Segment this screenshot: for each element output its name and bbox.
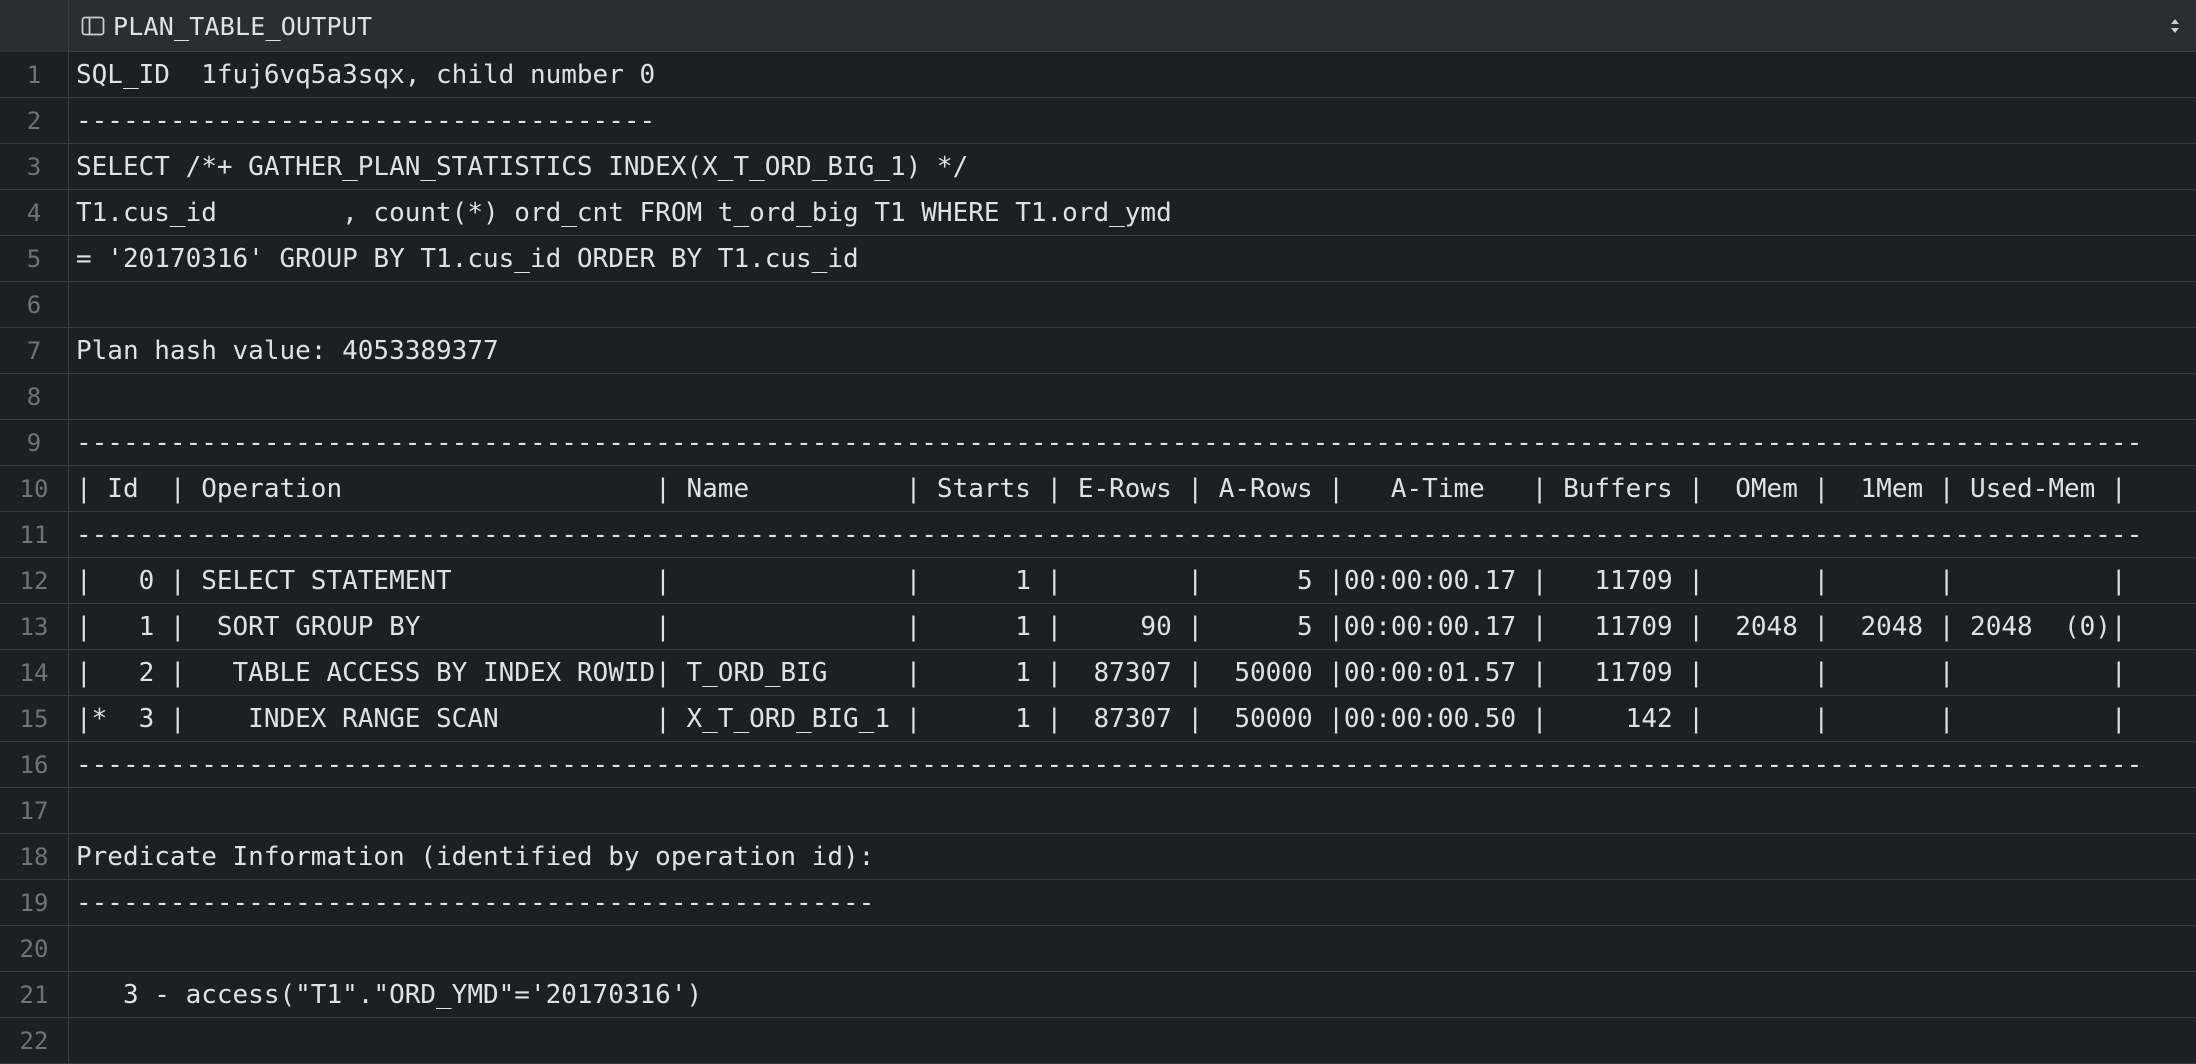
table-row[interactable]: 11 --------------------------------------… [0,512,2196,558]
row-number: 14 [0,650,69,695]
plan-output-text: ----------------------------------------… [76,749,2143,780]
plan-output-text: Predicate Information (identified by ope… [76,841,875,872]
row-number: 18 [0,834,69,879]
result-grid: PLAN_TABLE_OUTPUT 1 SQL_ID 1fuj6vq5a3sqx,… [0,0,2196,1064]
table-row[interactable]: 14 | 2 | TABLE ACCESS BY INDEX ROWID| T_O… [0,650,2196,696]
plan-output-cell[interactable] [76,374,2196,419]
row-number: 9 [0,420,69,465]
row-number: 20 [0,926,69,971]
table-row[interactable]: 21 3 - access("T1"."ORD_YMD"='20170316') [0,972,2196,1018]
table-row[interactable]: 17 [0,788,2196,834]
plan-output-text: Plan hash value: 4053389377 [76,335,499,366]
plan-output-cell[interactable]: ----------------------------------------… [76,742,2196,787]
column-header-plan-table-output[interactable]: PLAN_TABLE_OUTPUT [69,0,2196,52]
header-gutter [0,0,69,52]
table-row[interactable]: 1 SQL_ID 1fuj6vq5a3sqx, child number 0 [0,52,2196,98]
row-number: 22 [0,1018,69,1063]
table-column-icon [81,16,105,36]
plan-output-text: ----------------------------------------… [76,427,2143,458]
row-number: 4 [0,190,69,235]
table-row[interactable]: 9 ---------------------------------------… [0,420,2196,466]
plan-output-cell[interactable]: ------------------------------------- [76,98,2196,143]
plan-output-cell[interactable]: T1.cus_id , count(*) ord_cnt FROM t_ord_… [76,190,2196,235]
plan-output-cell[interactable]: | 0 | SELECT STATEMENT | | 1 | | 5 |00:0… [76,558,2196,603]
table-row[interactable]: 2 ------------------------------------- [0,98,2196,144]
plan-output-cell[interactable]: 3 - access("T1"."ORD_YMD"='20170316') [76,972,2196,1017]
plan-output-text: SELECT /*+ GATHER_PLAN_STATISTICS INDEX(… [76,151,969,182]
plan-output-cell[interactable]: Predicate Information (identified by ope… [76,834,2196,879]
row-number: 5 [0,236,69,281]
plan-output-cell[interactable] [76,1018,2196,1063]
plan-output-cell[interactable] [76,926,2196,971]
table-row[interactable]: 15 |* 3 | INDEX RANGE SCAN | X_T_ORD_BIG_… [0,696,2196,742]
plan-output-text: ------------------------------------- [76,105,656,136]
plan-output-text: = '20170316' GROUP BY T1.cus_id ORDER BY… [76,243,859,274]
plan-output-cell[interactable]: ----------------------------------------… [76,420,2196,465]
plan-output-text: SQL_ID 1fuj6vq5a3sqx, child number 0 [76,59,656,90]
plan-output-cell[interactable]: | 2 | TABLE ACCESS BY INDEX ROWID| T_ORD… [76,650,2196,695]
table-row[interactable]: 20 [0,926,2196,972]
plan-output-cell[interactable]: SQL_ID 1fuj6vq5a3sqx, child number 0 [76,52,2196,97]
plan-output-cell[interactable]: SELECT /*+ GATHER_PLAN_STATISTICS INDEX(… [76,144,2196,189]
plan-output-text: |* 3 | INDEX RANGE SCAN | X_T_ORD_BIG_1 … [76,703,2127,734]
table-row[interactable]: 12 | 0 | SELECT STATEMENT | | 1 | | 5 |00… [0,558,2196,604]
table-row[interactable]: 10 | Id | Operation | Name | Starts | E-R… [0,466,2196,512]
table-row[interactable]: 8 [0,374,2196,420]
row-number: 7 [0,328,69,373]
plan-output-cell[interactable]: |* 3 | INDEX RANGE SCAN | X_T_ORD_BIG_1 … [76,696,2196,741]
table-row[interactable]: 16 --------------------------------------… [0,742,2196,788]
plan-output-cell[interactable] [76,788,2196,833]
row-number: 16 [0,742,69,787]
table-row[interactable]: 22 [0,1018,2196,1064]
row-number: 8 [0,374,69,419]
plan-output-text: | 1 | SORT GROUP BY | | 1 | 90 | 5 |00:0… [76,611,2127,642]
table-row[interactable]: 4 T1.cus_id , count(*) ord_cnt FROM t_ord… [0,190,2196,236]
table-row[interactable]: 7 Plan hash value: 4053389377 [0,328,2196,374]
plan-output-cell[interactable]: ----------------------------------------… [76,880,2196,925]
plan-output-text: | 0 | SELECT STATEMENT | | 1 | | 5 |00:0… [76,565,2127,596]
plan-output-cell[interactable]: | 1 | SORT GROUP BY | | 1 | 90 | 5 |00:0… [76,604,2196,649]
plan-output-cell[interactable]: | Id | Operation | Name | Starts | E-Row… [76,466,2196,511]
plan-output-cell[interactable] [76,282,2196,327]
grid-header: PLAN_TABLE_OUTPUT [0,0,2196,52]
row-number: 13 [0,604,69,649]
row-number: 3 [0,144,69,189]
row-number: 15 [0,696,69,741]
table-row[interactable]: 13 | 1 | SORT GROUP BY | | 1 | 90 | 5 |00… [0,604,2196,650]
row-number: 19 [0,880,69,925]
table-row[interactable]: 18 Predicate Information (identified by o… [0,834,2196,880]
row-number: 21 [0,972,69,1017]
plan-output-text: T1.cus_id , count(*) ord_cnt FROM t_ord_… [76,197,1172,228]
plan-output-text: ----------------------------------------… [76,887,875,918]
table-row[interactable]: 5 = '20170316' GROUP BY T1.cus_id ORDER B… [0,236,2196,282]
plan-output-cell[interactable]: ----------------------------------------… [76,512,2196,557]
row-number: 12 [0,558,69,603]
column-header-label: PLAN_TABLE_OUTPUT [113,11,373,41]
table-row[interactable]: 19 --------------------------------------… [0,880,2196,926]
row-number: 1 [0,52,69,97]
plan-output-text: | Id | Operation | Name | Starts | E-Row… [76,473,2127,504]
plan-output-text: 3 - access("T1"."ORD_YMD"='20170316') [76,979,703,1010]
grid-rows: 1 SQL_ID 1fuj6vq5a3sqx, child number 0 2 --… [0,52,2196,1064]
plan-output-text: | 2 | TABLE ACCESS BY INDEX ROWID| T_ORD… [76,657,2127,688]
plan-output-cell[interactable]: = '20170316' GROUP BY T1.cus_id ORDER BY… [76,236,2196,281]
table-row[interactable]: 3 SELECT /*+ GATHER_PLAN_STATISTICS INDEX… [0,144,2196,190]
row-number: 17 [0,788,69,833]
plan-output-text: ----------------------------------------… [76,519,2143,550]
plan-output-cell[interactable]: Plan hash value: 4053389377 [76,328,2196,373]
row-number: 11 [0,512,69,557]
row-number: 2 [0,98,69,143]
sort-updown-icon[interactable] [2168,14,2182,38]
row-number: 10 [0,466,69,511]
table-row[interactable]: 6 [0,282,2196,328]
row-number: 6 [0,282,69,327]
